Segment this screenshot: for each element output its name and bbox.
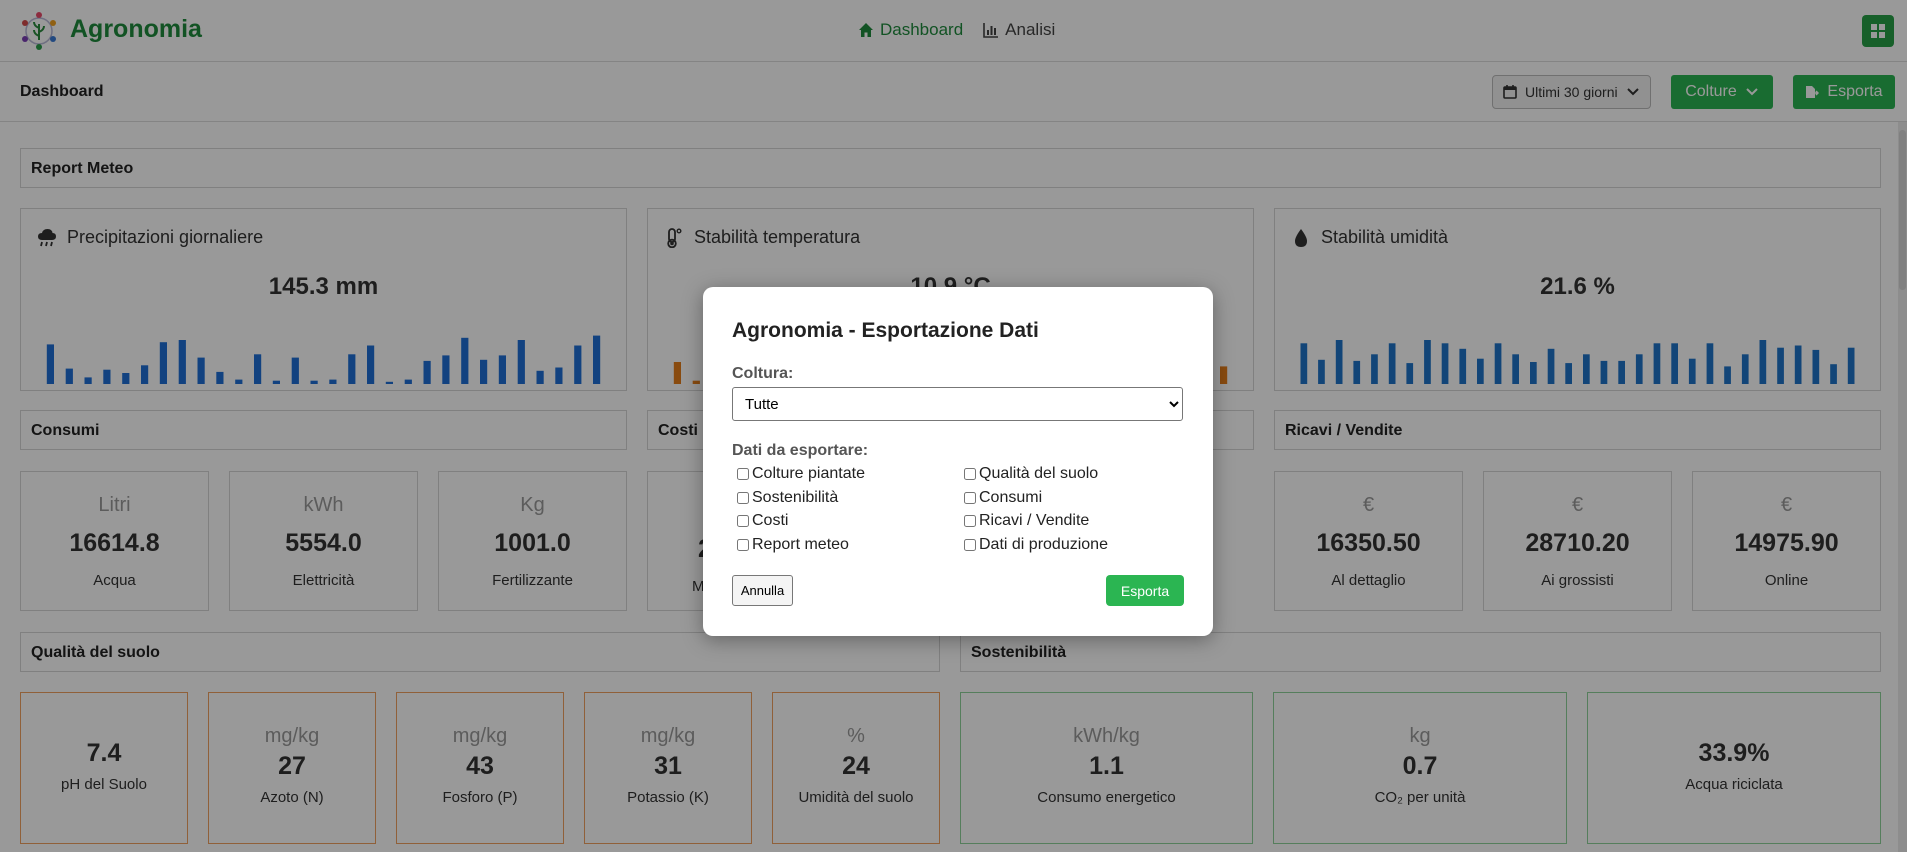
checkbox-label: Consumi bbox=[979, 489, 1043, 506]
checkbox-label: Ricavi / Vendite bbox=[979, 512, 1090, 529]
checkbox-sostenibilita[interactable]: Sostenibilità bbox=[737, 489, 838, 507]
checkbox-input[interactable] bbox=[737, 515, 749, 527]
checkbox-costi[interactable]: Costi bbox=[737, 512, 788, 530]
checkbox-colture-piantate[interactable]: Colture piantate bbox=[737, 465, 865, 483]
modal-export-button[interactable]: Esporta bbox=[1106, 575, 1184, 606]
checkbox-consumi[interactable]: Consumi bbox=[964, 489, 1042, 507]
checkbox-label: Report meteo bbox=[752, 536, 849, 553]
checkbox-input[interactable] bbox=[964, 492, 976, 504]
checkbox-input[interactable] bbox=[964, 515, 976, 527]
modal-title: Agronomia - Esportazione Dati bbox=[732, 319, 1039, 342]
checkbox-input[interactable] bbox=[737, 468, 749, 480]
coltura-label: Coltura: bbox=[732, 365, 794, 382]
checkbox-qualita-suolo[interactable]: Qualità del suolo bbox=[964, 465, 1098, 483]
checkbox-input[interactable] bbox=[964, 539, 976, 551]
export-modal: Agronomia - Esportazione Dati Coltura: T… bbox=[703, 287, 1213, 636]
checkbox-input[interactable] bbox=[737, 539, 749, 551]
checkbox-input[interactable] bbox=[737, 492, 749, 504]
checkbox-report-meteo[interactable]: Report meteo bbox=[737, 536, 849, 554]
checkbox-label: Dati di produzione bbox=[979, 536, 1108, 553]
coltura-select[interactable]: Tutte bbox=[732, 387, 1183, 421]
checkbox-ricavi-vendite[interactable]: Ricavi / Vendite bbox=[964, 512, 1089, 530]
page-scrollbar-thumb[interactable] bbox=[1899, 130, 1906, 290]
checkbox-label: Qualità del suolo bbox=[979, 465, 1099, 482]
checkbox-label: Costi bbox=[752, 512, 789, 529]
dati-label: Dati da esportare: bbox=[732, 442, 869, 459]
checkbox-label: Colture piantate bbox=[752, 465, 865, 482]
checkbox-input[interactable] bbox=[964, 468, 976, 480]
checkbox-label: Sostenibilità bbox=[752, 489, 839, 506]
checkbox-dati-produzione[interactable]: Dati di produzione bbox=[964, 536, 1108, 554]
cancel-button[interactable]: Annulla bbox=[732, 575, 793, 606]
